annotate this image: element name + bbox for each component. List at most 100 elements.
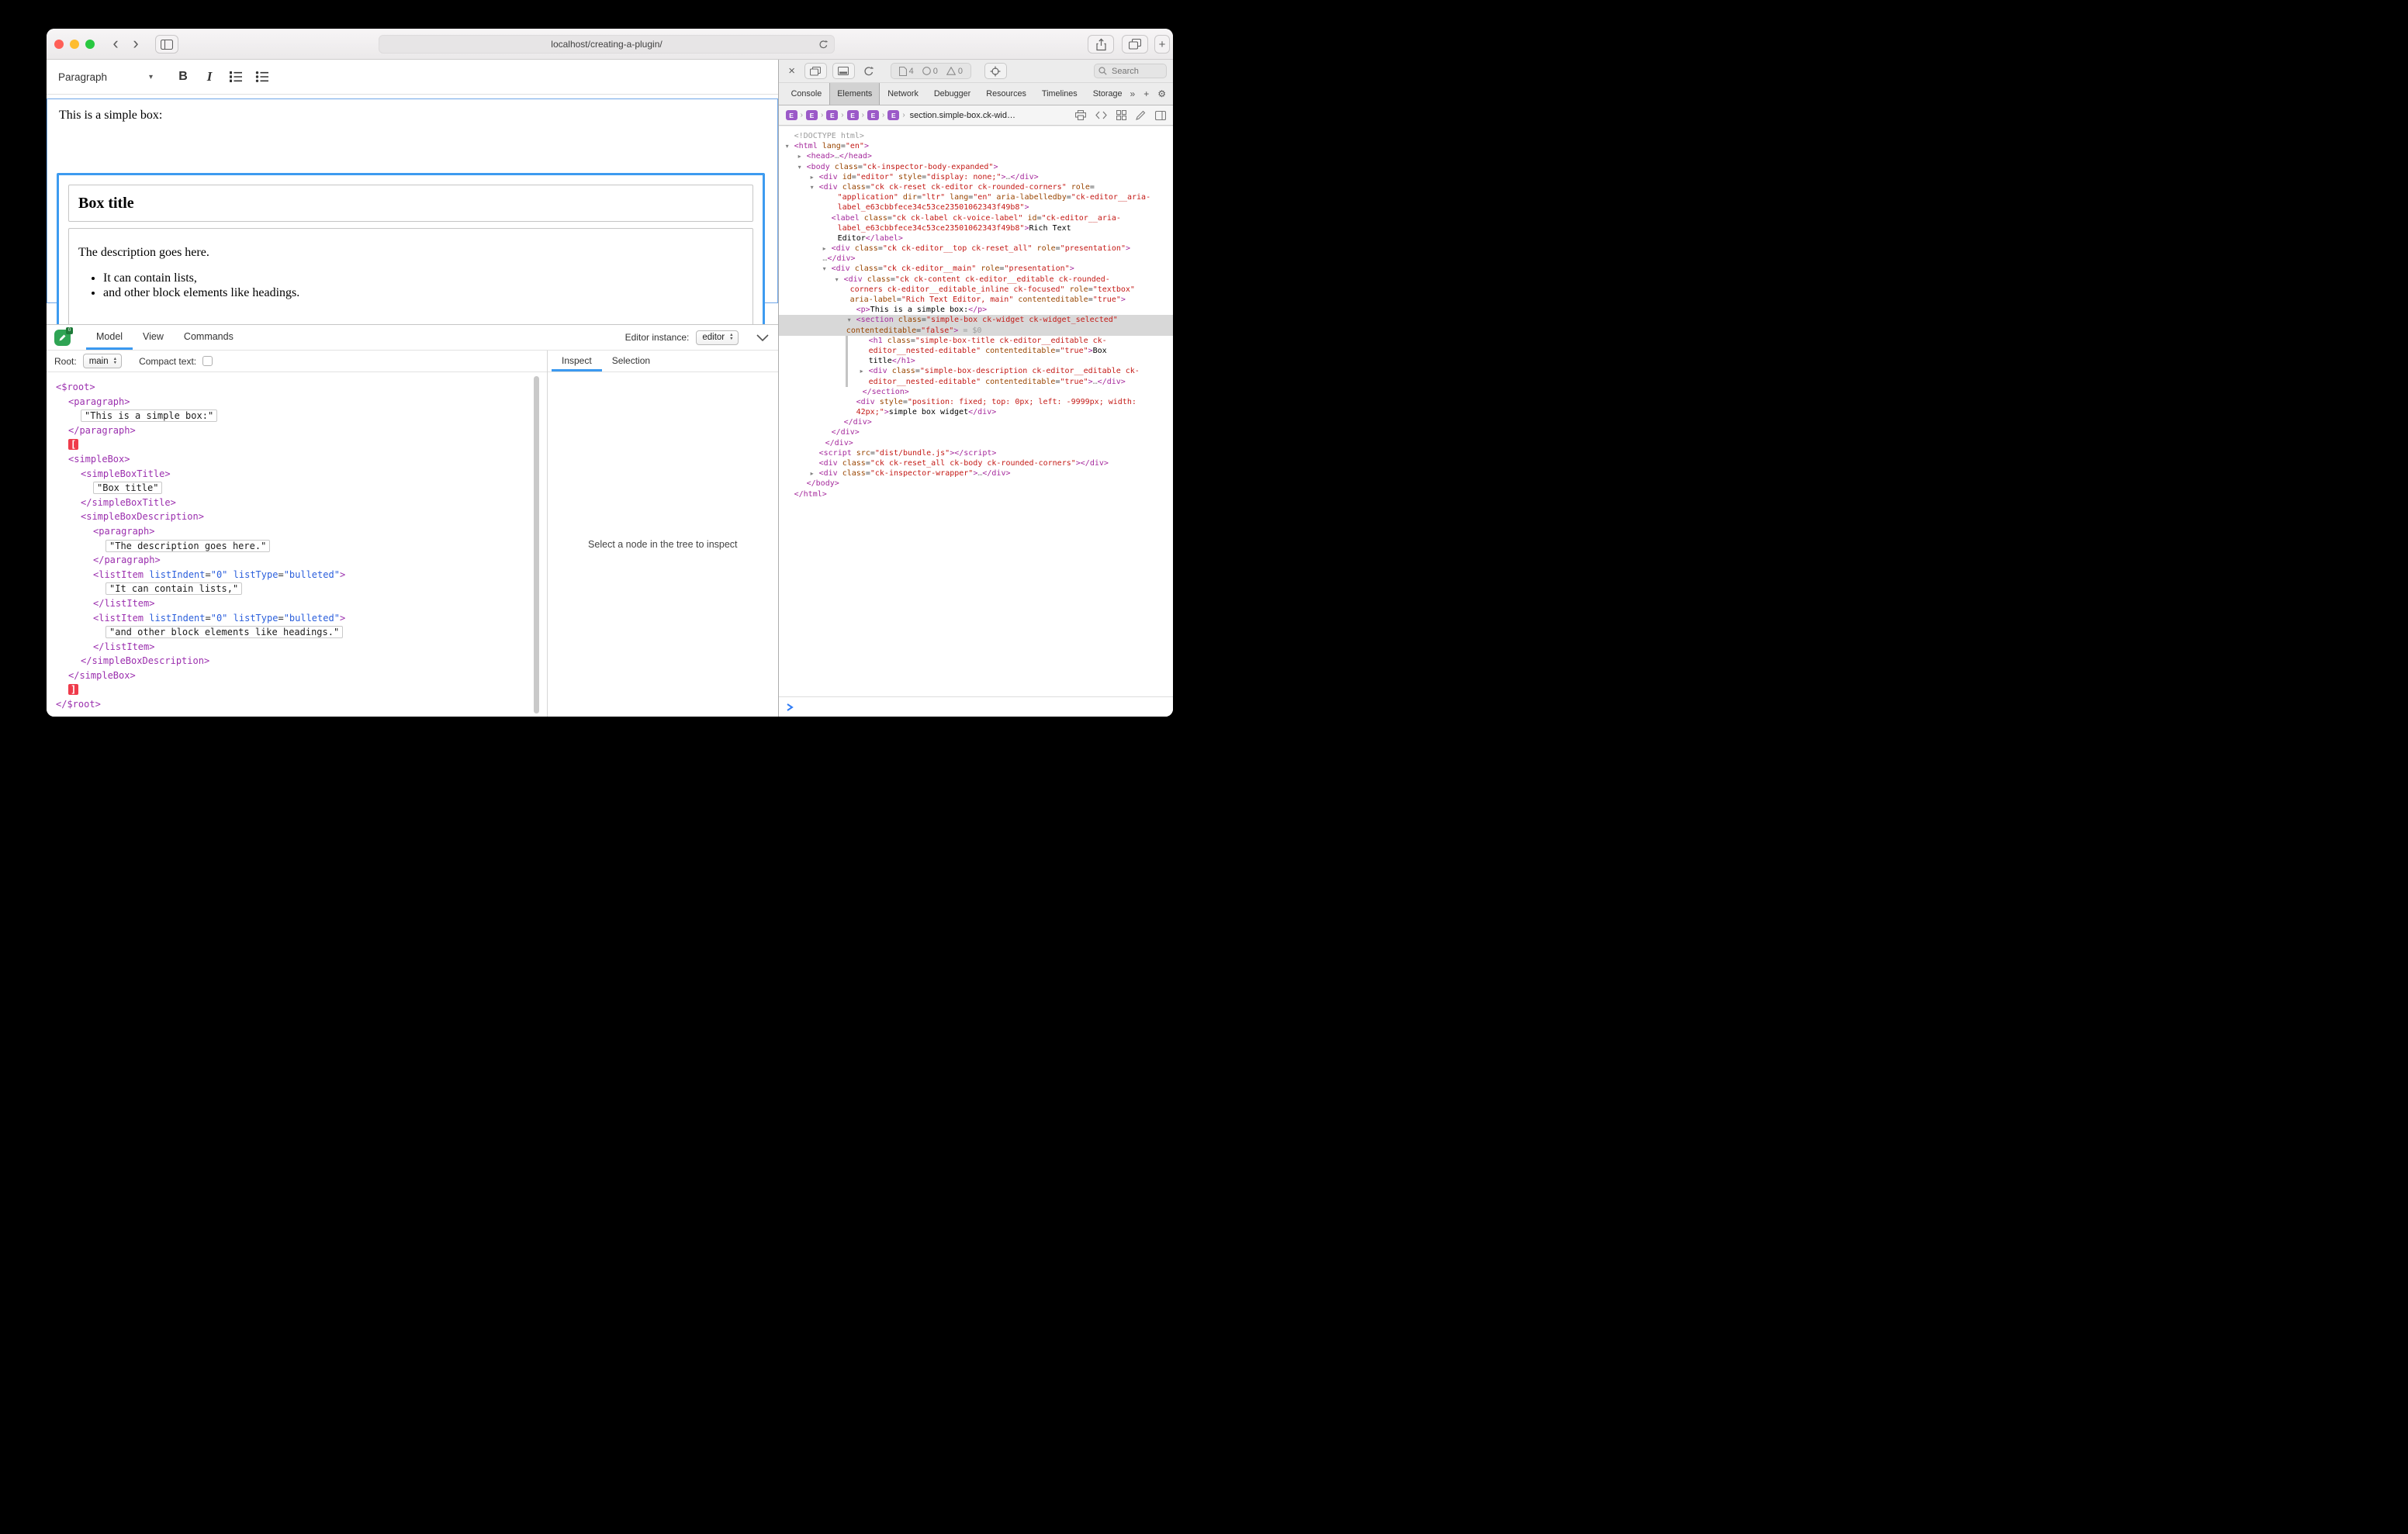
numbered-list-button[interactable]	[223, 65, 249, 88]
reload-icon[interactable]	[818, 40, 829, 50]
model-tree-line[interactable]: <simpleBoxDescription>	[47, 510, 547, 524]
devtools-tab-timelines[interactable]: Timelines	[1034, 83, 1085, 105]
model-tree-line[interactable]: <simpleBox>	[47, 452, 547, 467]
paragraph-format-dropdown[interactable]: Paragraph ▾	[58, 71, 153, 83]
dom-tree-line[interactable]: ▾<body class="ck-inspector-body-expanded…	[779, 162, 1173, 172]
dom-tree-line[interactable]: ▸<div class="ck-inspector-wrapper">…</di…	[779, 468, 1173, 479]
model-tree-line[interactable]: <listItem listIndent="0" listType="bulle…	[47, 568, 547, 582]
model-tree-line[interactable]: "It can contain lists,"	[47, 582, 547, 596]
model-tree-line[interactable]: </simpleBox>	[47, 669, 547, 683]
model-tree-line[interactable]: <simpleBoxTitle>	[47, 467, 547, 482]
breadcrumb-current[interactable]: section.simple-box.ck-wid…	[910, 111, 1015, 120]
quick-console[interactable]	[779, 696, 1173, 717]
warning-count-badge[interactable]: 0	[946, 67, 963, 76]
element-picker-button[interactable]	[984, 63, 1007, 79]
model-tree-line[interactable]: <paragraph>	[47, 524, 547, 539]
print-icon[interactable]	[1075, 110, 1086, 120]
sidebar-toggle-button[interactable]	[155, 35, 178, 54]
close-inspector-button[interactable]: ×	[785, 64, 799, 78]
bold-button[interactable]: B	[170, 65, 196, 88]
side-tab-inspect[interactable]: Inspect	[552, 351, 602, 371]
dom-tree-line[interactable]: </div>	[779, 438, 1173, 448]
content-list-item[interactable]: It can contain lists,	[103, 271, 743, 286]
details-sidebar-icon[interactable]	[1155, 111, 1166, 120]
dom-tree-line[interactable]: label_e63cbbfece34c53ce23501062343f49b8"…	[779, 223, 1173, 233]
dom-tree-line[interactable]: Editor</label>	[779, 233, 1173, 244]
settings-gear-icon[interactable]: ⚙	[1157, 88, 1166, 99]
model-tree-line[interactable]: ]	[47, 682, 547, 697]
breadcrumb-element[interactable]: E	[806, 110, 818, 120]
dom-tree-line[interactable]: title</h1>	[779, 356, 1173, 366]
dom-tree-line[interactable]: ▸<head>…</head>	[779, 151, 1173, 161]
reload-page-button[interactable]	[860, 63, 877, 79]
model-tree-line[interactable]: </$root>	[47, 697, 547, 712]
detach-inspector-button[interactable]	[804, 63, 827, 79]
side-tab-selection[interactable]: Selection	[602, 351, 660, 371]
model-tree-line[interactable]: <$root>	[47, 380, 547, 395]
show-source-icon[interactable]	[1095, 111, 1107, 119]
back-button[interactable]: ‹	[106, 33, 126, 54]
model-tree-line[interactable]: </listItem>	[47, 596, 547, 611]
model-tree-line[interactable]: </paragraph>	[47, 553, 547, 568]
zoom-window-button[interactable]	[85, 40, 95, 49]
root-select[interactable]: main ▲▼	[83, 354, 122, 368]
dom-tree-line[interactable]: ▾<div class="ck ck-content ck-editor__ed…	[779, 275, 1173, 285]
dom-tree-line[interactable]: ▸<div class="ck ck-editor__top ck-reset_…	[779, 244, 1173, 254]
error-count-badge[interactable]: 0	[922, 67, 938, 76]
model-tree-line[interactable]: <listItem listIndent="0" listType="bulle…	[47, 611, 547, 626]
breadcrumb-element[interactable]: E	[847, 110, 859, 120]
devtools-search-field[interactable]	[1094, 64, 1167, 78]
devtools-tab-network[interactable]: Network	[880, 83, 926, 105]
dom-tree-line[interactable]: 42px;">simple box widget</div>	[779, 407, 1173, 417]
forward-button[interactable]: ›	[126, 33, 146, 54]
dom-tree-line[interactable]: </body>	[779, 479, 1173, 489]
dom-tree-line[interactable]: </div>	[779, 427, 1173, 437]
dom-tree-line[interactable]: <p>This is a simple box:</p>	[779, 305, 1173, 315]
italic-button[interactable]: I	[196, 65, 223, 88]
description-paragraph[interactable]: The description goes here.	[78, 246, 743, 260]
model-tree-line[interactable]: "and other block elements like headings.…	[47, 625, 547, 640]
dom-tree-line[interactable]: editor__nested-editable" contenteditable…	[779, 346, 1173, 356]
simple-box-description[interactable]: The description goes here. It can contai…	[68, 228, 753, 329]
share-button[interactable]	[1088, 35, 1114, 54]
dock-bottom-button[interactable]	[832, 63, 855, 79]
dom-tree-line[interactable]: editor__nested-editable" contenteditable…	[779, 377, 1173, 387]
resource-count-badge[interactable]: 4	[899, 67, 914, 76]
compact-text-checkbox[interactable]	[202, 356, 213, 366]
model-tree-scrollbar[interactable]	[534, 376, 539, 713]
collapse-inspector-button[interactable]	[756, 334, 769, 341]
grid-overlay-icon[interactable]	[1116, 110, 1126, 120]
simple-box-widget[interactable]: Box title The description goes here. It …	[57, 173, 765, 340]
add-tab-button[interactable]: +	[1143, 88, 1149, 99]
dom-tree-line[interactable]: </div>	[779, 417, 1173, 427]
dom-tree-line[interactable]: ▾<div class="ck ck-reset ck-editor ck-ro…	[779, 182, 1173, 192]
inspector-tab-view[interactable]: View	[133, 325, 174, 350]
dom-tree-line[interactable]: </section>	[779, 387, 1173, 397]
devtools-tab-resources[interactable]: Resources	[978, 83, 1034, 105]
devtools-tab-storage[interactable]: Storage	[1085, 83, 1130, 105]
dom-tree-line[interactable]: ▾<html lang="en">	[779, 141, 1173, 151]
model-tree-line[interactable]: "This is a simple box:"	[47, 409, 547, 423]
model-tree-line[interactable]: <paragraph>	[47, 395, 547, 409]
breadcrumb-element[interactable]: E	[887, 110, 899, 120]
dom-tree-line[interactable]: <div class="ck ck-reset_all ck-body ck-r…	[779, 458, 1173, 468]
simple-box-title[interactable]: Box title	[68, 185, 753, 222]
edit-pencil-icon[interactable]	[1136, 110, 1146, 120]
dom-tree-line[interactable]: label_e63cbbfece34c53ce23501062343f49b8"…	[779, 202, 1173, 212]
dom-tree-line[interactable]: <h1 class="simple-box-title ck-editor__e…	[779, 336, 1173, 346]
dom-tree-line[interactable]: <script src="dist/bundle.js"></script>	[779, 448, 1173, 458]
model-tree-line[interactable]: "Box title"	[47, 481, 547, 496]
dom-tree-line[interactable]: <!DOCTYPE html>	[779, 131, 1173, 141]
breadcrumb-element[interactable]: E	[826, 110, 838, 120]
dom-tree-line[interactable]: ▾<div class="ck ck-editor__main" role="p…	[779, 264, 1173, 274]
dom-tree-line[interactable]: <label class="ck ck-label ck-voice-label…	[779, 213, 1173, 223]
model-tree-line[interactable]: </listItem>	[47, 640, 547, 655]
editor-instance-select[interactable]: editor ▲▼	[696, 330, 738, 345]
devtools-tab-debugger[interactable]: Debugger	[926, 83, 978, 105]
model-tree-line[interactable]: "The description goes here."	[47, 539, 547, 554]
dom-tree-line[interactable]: contenteditable="false"> = $0	[779, 326, 1173, 336]
breadcrumb-element[interactable]: E	[786, 110, 797, 120]
model-tree-line[interactable]: </simpleBoxDescription>	[47, 654, 547, 669]
breadcrumb-element[interactable]: E	[867, 110, 879, 120]
rich-text-editable[interactable]: This is a simple box: Box title The desc…	[47, 98, 778, 303]
